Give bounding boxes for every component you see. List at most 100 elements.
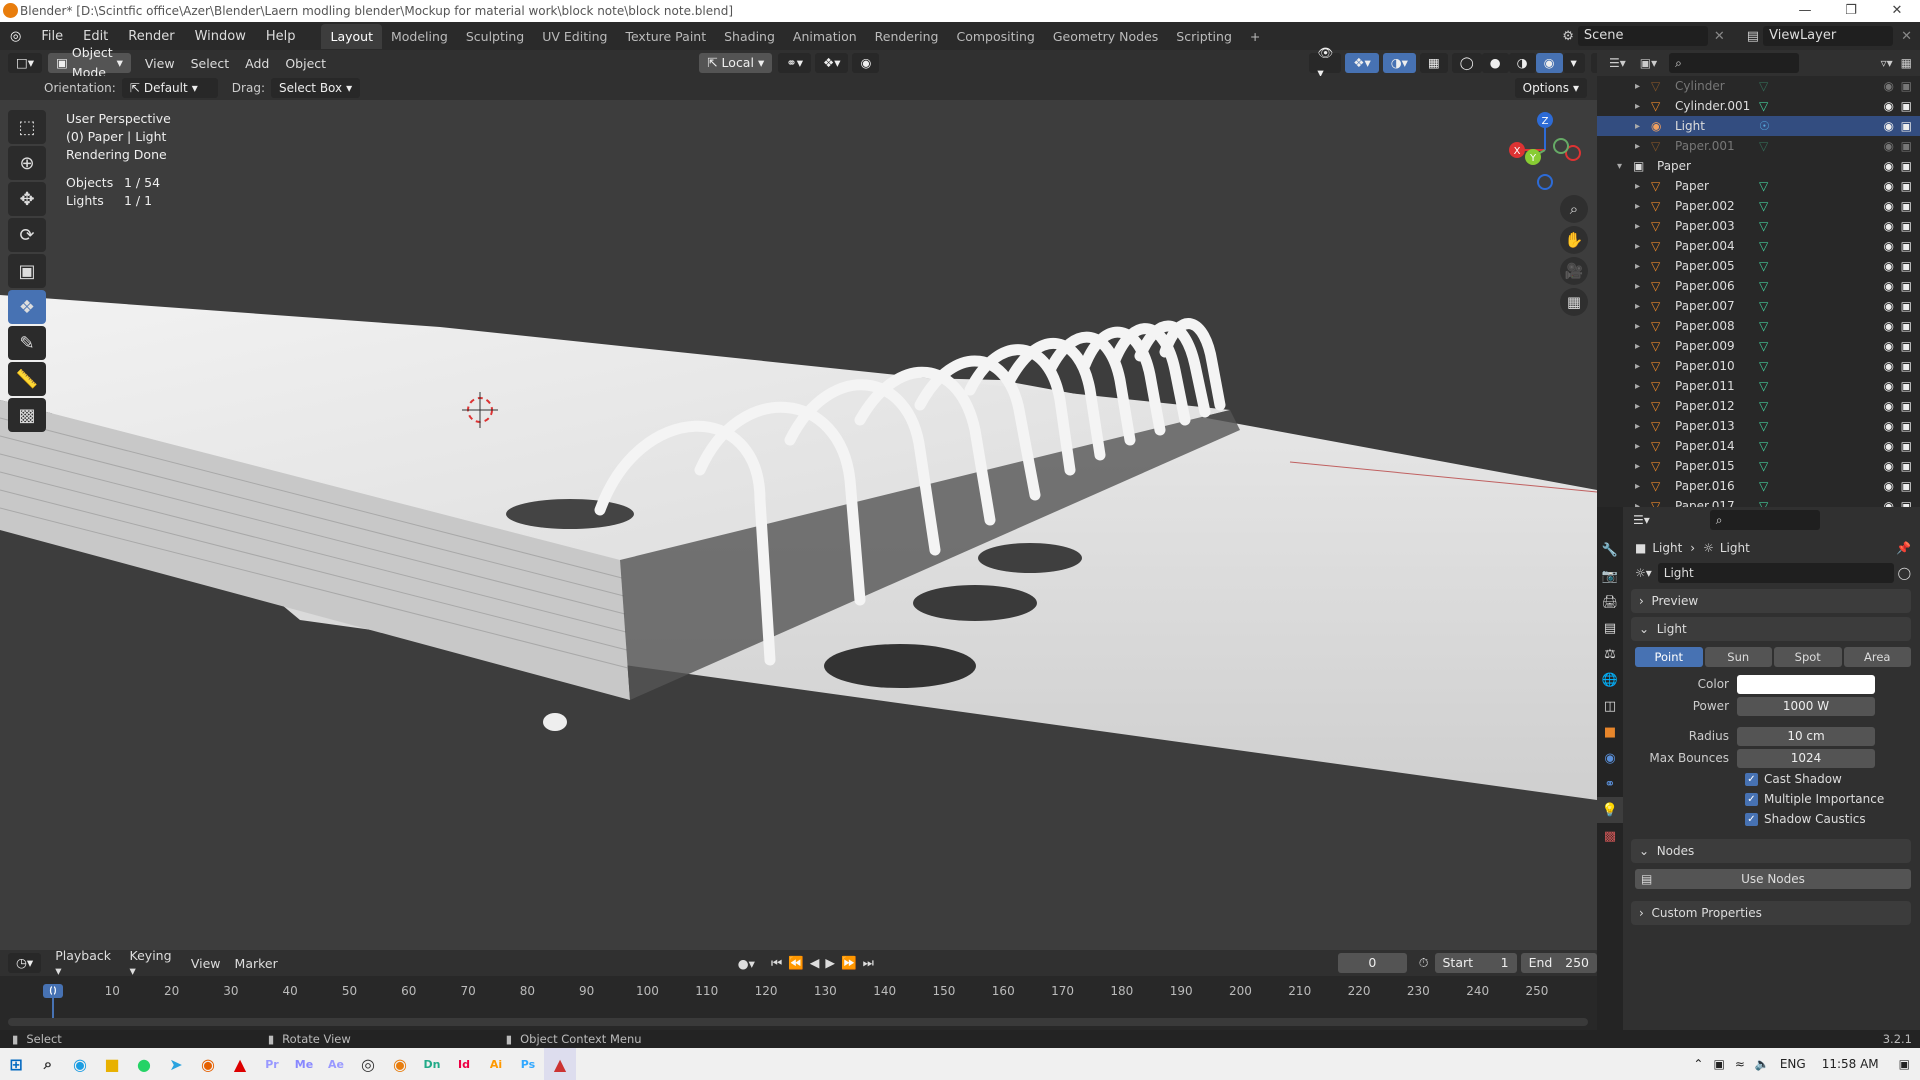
display-mode-icon[interactable]: ▣▾ (1640, 56, 1657, 70)
current-frame-field[interactable]: 0 (1337, 953, 1407, 973)
visibility-eye-icon[interactable]: ◉ (1884, 119, 1894, 133)
mesh-data-icon[interactable]: ▽ (1759, 239, 1768, 253)
radius-field[interactable]: 10 cm (1737, 726, 1875, 746)
outliner-row[interactable]: ▸ ◉ Light ☉ ◉ ▣ (1597, 116, 1920, 136)
frame-ruler[interactable]: 0102030405060708090100110120130140150160… (0, 976, 1597, 1006)
render-camera-icon[interactable]: ▣ (1901, 179, 1912, 193)
expand-arrow-icon[interactable]: ▸ (1635, 221, 1640, 232)
annotate-tool-icon[interactable]: ✎ (8, 326, 46, 360)
mesh-data-icon[interactable]: ▽ (1759, 279, 1768, 293)
tab-uv-editing[interactable]: UV Editing (533, 24, 616, 49)
expand-arrow-icon[interactable]: ▸ (1635, 81, 1640, 92)
visibility-eye-icon[interactable]: ◉ (1884, 199, 1894, 213)
custom-properties-header[interactable]: › Custom Properties (1631, 901, 1911, 925)
marker-menu[interactable]: Marker (235, 956, 278, 971)
view-layer-name[interactable]: ViewLayer (1763, 26, 1894, 46)
drag-select[interactable]: Select Box ▾ (270, 78, 361, 98)
render-camera-icon[interactable]: ▣ (1901, 419, 1912, 433)
tab-modeling[interactable]: Modeling (382, 24, 457, 49)
scale-tool-icon[interactable]: ▣ (8, 254, 46, 288)
render-camera-icon[interactable]: ▣ (1901, 459, 1912, 473)
object-tab-icon[interactable]: ■ (1597, 719, 1623, 745)
outliner-row[interactable]: ▸ ▽ Paper.006 ▽ ◉ ▣ (1597, 276, 1920, 296)
cast-shadow-checkbox[interactable]: ✓ Cast Shadow (1745, 769, 1917, 789)
render-camera-icon[interactable]: ▣ (1901, 399, 1912, 413)
playback-controls[interactable]: ⏮⏪◀▶⏩⏭ (771, 955, 880, 971)
expand-arrow-icon[interactable]: ▸ (1635, 441, 1640, 452)
color-swatch[interactable] (1737, 674, 1875, 694)
mesh-data-icon[interactable]: ▽ (1759, 459, 1768, 473)
outliner-row[interactable]: ▸ ▽ Paper.007 ▽ ◉ ▣ (1597, 296, 1920, 316)
physics-tab-icon[interactable]: ◉ (1597, 745, 1623, 771)
outliner-row[interactable]: ▸ ▽ Paper.015 ▽ ◉ ▣ (1597, 456, 1920, 476)
close-icon[interactable]: ✕ (1874, 0, 1920, 22)
editor-type-icon[interactable]: □▾ (8, 53, 43, 73)
mesh-data-icon[interactable]: ▽ (1759, 259, 1768, 273)
preview-panel-header[interactable]: › Preview (1631, 589, 1911, 613)
overlay-toggle-icon[interactable]: ◑▾ (1382, 53, 1416, 73)
light-data-icon[interactable]: ☉ (1759, 119, 1770, 133)
use-nodes-button[interactable]: ▤ Use Nodes (1635, 869, 1911, 889)
visibility-eye-icon[interactable]: ◉ (1884, 479, 1894, 493)
active-app-icon[interactable]: ▲ (544, 1048, 576, 1080)
add-workspace-icon[interactable]: + (1241, 24, 1269, 49)
render-camera-icon[interactable]: ▣ (1901, 299, 1912, 313)
tab-shading[interactable]: Shading (715, 24, 784, 49)
mesh-data-icon[interactable]: ▽ (1759, 79, 1768, 93)
mesh-data-icon[interactable]: ▽ (1759, 339, 1768, 353)
mesh-data-icon[interactable]: ▽ (1759, 139, 1768, 153)
expand-arrow-icon[interactable]: ▸ (1635, 121, 1640, 132)
tray-app-icon[interactable]: ▣ (1713, 1057, 1724, 1071)
timeline-scrollbar[interactable] (8, 1018, 1588, 1026)
scene-tab-icon[interactable]: ⚖ (1597, 641, 1623, 667)
shadow-caustics-checkbox[interactable]: ✓ Shadow Caustics (1745, 809, 1917, 829)
clock[interactable]: 11:58 AM (1822, 1057, 1879, 1071)
expand-arrow-icon[interactable]: ▸ (1635, 201, 1640, 212)
fake-user-icon[interactable]: ◯ (1898, 566, 1911, 580)
outliner-row[interactable]: ▸ ▽ Paper.008 ▽ ◉ ▣ (1597, 316, 1920, 336)
zoom-icon[interactable]: ⌕ (1560, 195, 1588, 223)
play-icon[interactable]: ▶ (825, 955, 841, 970)
illustrator-icon[interactable]: Ai (480, 1048, 512, 1080)
light-type-sun[interactable]: Sun (1704, 647, 1772, 667)
prev-keyframe-icon[interactable]: ⏪ (788, 955, 810, 970)
mesh-data-icon[interactable]: ▽ (1759, 419, 1768, 433)
shading-options-icon[interactable]: ▾ (1562, 53, 1585, 73)
menu-render[interactable]: Render (118, 29, 184, 44)
expand-arrow-icon[interactable]: ▸ (1635, 241, 1640, 252)
tab-texture-paint[interactable]: Texture Paint (616, 24, 715, 49)
orientation-select[interactable]: ⇱ Default ▾ (121, 78, 218, 98)
playback-menu[interactable]: Playback ▾ (55, 948, 117, 978)
light-type-spot[interactable]: Spot (1774, 647, 1842, 667)
visibility-eye-icon[interactable]: ◉ (1884, 139, 1894, 153)
render-camera-icon[interactable]: ▣ (1901, 479, 1912, 493)
expand-arrow-icon[interactable]: ▸ (1635, 321, 1640, 332)
shading-solid-icon[interactable]: ● (1481, 53, 1509, 73)
language-indicator[interactable]: ENG (1780, 1057, 1806, 1071)
timeline-view-menu[interactable]: View (191, 956, 221, 971)
acrobat-icon[interactable]: ▲ (224, 1048, 256, 1080)
visibility-eye-icon[interactable]: ◉ (1884, 79, 1894, 93)
render-camera-icon[interactable]: ▣ (1901, 79, 1912, 93)
render-camera-icon[interactable]: ▣ (1901, 339, 1912, 353)
visibility-eye-icon[interactable]: ◉ (1884, 459, 1894, 473)
outliner-row[interactable]: ▸ ▽ Paper.017 ▽ ◉ ▣ (1597, 496, 1920, 507)
outliner-search-input[interactable]: ⌕ (1669, 53, 1800, 73)
stopwatch-icon[interactable]: ⏱ (1419, 955, 1429, 971)
visibility-eye-icon[interactable]: ◉ (1884, 439, 1894, 453)
render-camera-icon[interactable]: ▣ (1901, 319, 1912, 333)
mesh-data-icon[interactable]: ▽ (1759, 359, 1768, 373)
shading-wireframe-icon[interactable]: ◯ (1451, 53, 1482, 73)
expand-arrow-icon[interactable]: ▾ (1617, 161, 1622, 172)
indesign-icon[interactable]: Id (448, 1048, 480, 1080)
render-camera-icon[interactable]: ▣ (1901, 359, 1912, 373)
transform-orientation-select[interactable]: ⇱ Local ▾ (699, 53, 773, 73)
menu-object[interactable]: Object (277, 56, 334, 71)
outliner-row[interactable]: ▸ ▽ Paper ▽ ◉ ▣ (1597, 176, 1920, 196)
wifi-icon[interactable]: ≈ (1735, 1057, 1745, 1071)
firefox-icon[interactable]: ◉ (192, 1048, 224, 1080)
add-cube-tool-icon[interactable]: ▩ (8, 398, 46, 432)
telegram-icon[interactable]: ➤ (160, 1048, 192, 1080)
photoshop-icon[interactable]: Ps (512, 1048, 544, 1080)
outliner-row[interactable]: ▸ ▽ Paper.010 ▽ ◉ ▣ (1597, 356, 1920, 376)
